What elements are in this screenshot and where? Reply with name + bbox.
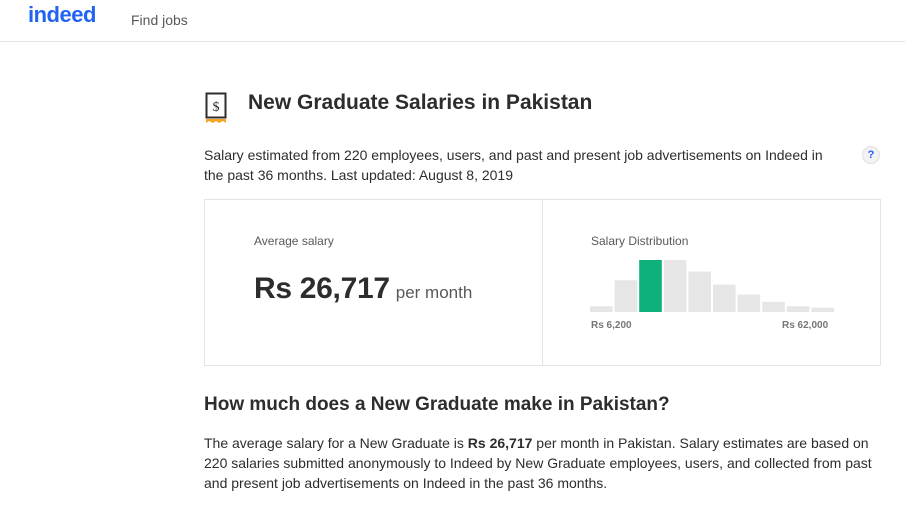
histogram-bar bbox=[762, 301, 785, 312]
histogram-bar-highlighted bbox=[639, 260, 662, 312]
section-heading: How much does a New Graduate make in Pak… bbox=[204, 394, 670, 415]
histogram-bar bbox=[786, 306, 810, 312]
salary-summary-card: Average salary Rs 26,717 per month Salary… bbox=[204, 199, 881, 366]
card-divider bbox=[542, 200, 543, 365]
svg-text:$: $ bbox=[213, 100, 220, 115]
distribution-max-label: Rs 62,000 bbox=[782, 320, 829, 331]
distribution-min-label: Rs 6,200 bbox=[591, 320, 632, 331]
top-navigation-bar: indeed Find jobs bbox=[0, 0, 905, 42]
histogram-bar bbox=[590, 306, 613, 312]
average-salary-label: Average salary bbox=[254, 234, 334, 248]
average-salary-amount: Rs 26,717 bbox=[254, 272, 390, 305]
histogram-bar bbox=[688, 271, 711, 312]
question-mark-icon[interactable]: ? bbox=[862, 146, 880, 164]
salary-distribution-histogram[interactable] bbox=[590, 260, 834, 312]
average-salary-value: Rs 26,717 per month bbox=[254, 272, 472, 306]
average-salary-unit: per month bbox=[395, 283, 473, 302]
indeed-logo[interactable]: indeed bbox=[28, 2, 96, 28]
body-text-prefix: The average salary for a New Graduate is bbox=[204, 435, 468, 451]
histogram-bar bbox=[811, 307, 834, 312]
body-salary-amount: Rs 26,717 bbox=[467, 435, 533, 451]
page-title: New Graduate Salaries in Pakistan bbox=[248, 91, 593, 114]
salary-explanation-paragraph: The average salary for a New Graduate is… bbox=[204, 433, 884, 493]
histogram-bar bbox=[713, 284, 736, 312]
receipt-dollar-icon: $ bbox=[205, 92, 227, 123]
salary-distribution-label: Salary Distribution bbox=[591, 234, 689, 248]
salary-estimate-description: Salary estimated from 220 employees, use… bbox=[204, 147, 823, 183]
histogram-bar bbox=[737, 294, 761, 312]
nav-find-jobs-link[interactable]: Find jobs bbox=[131, 12, 188, 28]
histogram-bar bbox=[663, 260, 687, 312]
histogram-bar bbox=[614, 280, 638, 312]
